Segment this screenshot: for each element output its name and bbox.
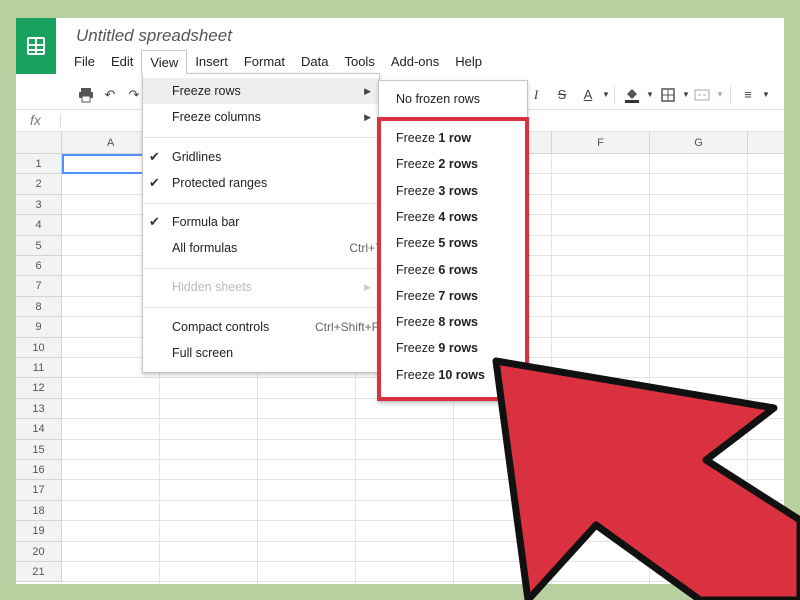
pointer-arrow-icon — [492, 357, 800, 600]
